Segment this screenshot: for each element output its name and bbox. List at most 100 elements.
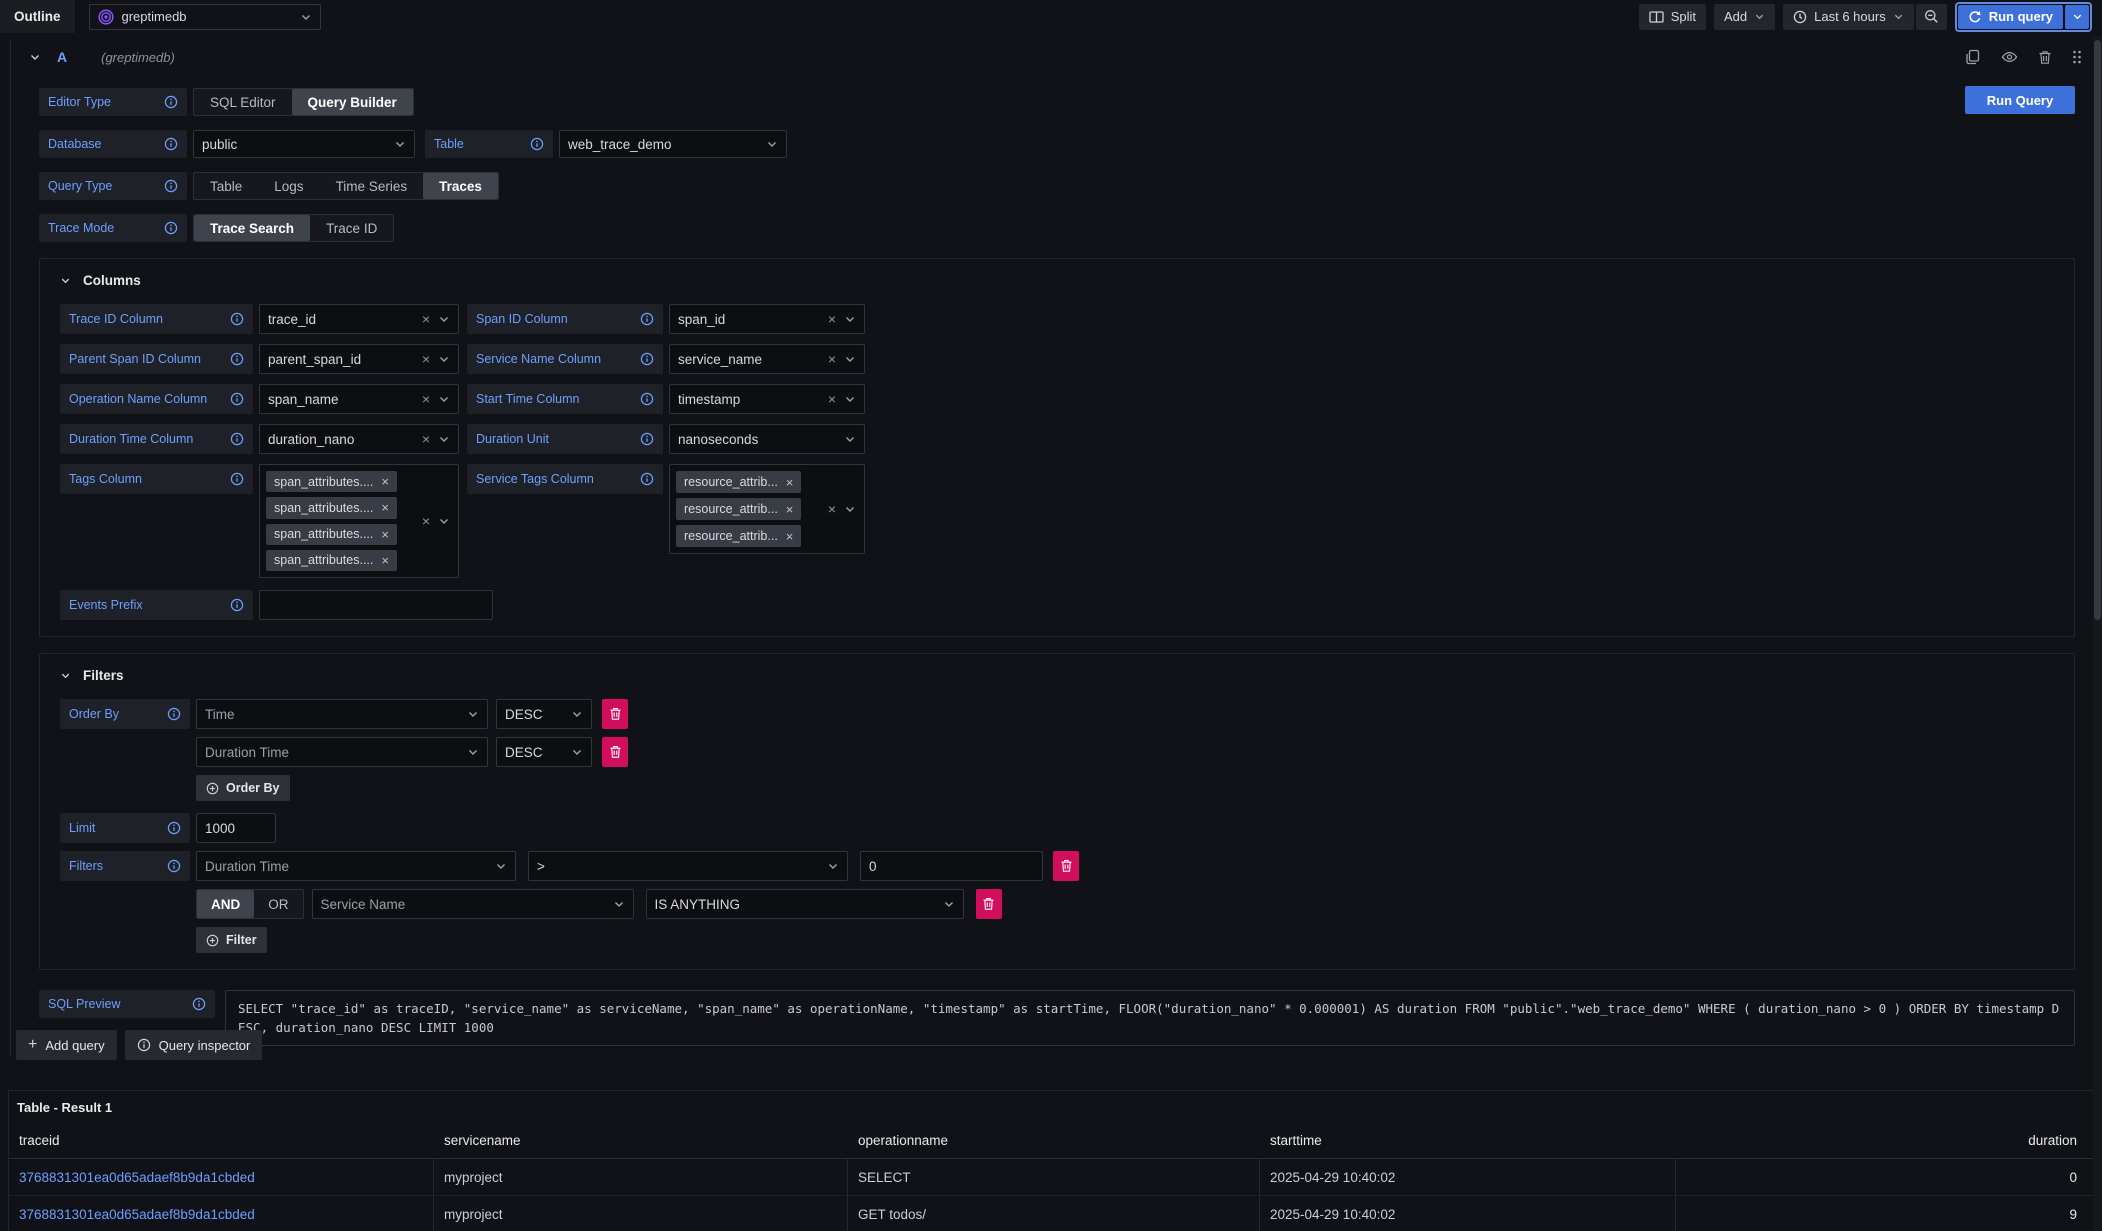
info-icon[interactable] <box>230 432 244 446</box>
chevron-down-icon[interactable] <box>438 353 450 365</box>
add-dropdown-button[interactable]: Add <box>1714 4 1775 30</box>
chevron-down-icon[interactable] <box>844 393 856 405</box>
info-icon[interactable] <box>164 221 178 235</box>
chevron-down-icon[interactable] <box>300 11 312 23</box>
chevron-down-icon[interactable] <box>495 860 507 872</box>
limit-input[interactable] <box>196 813 276 843</box>
info-icon[interactable] <box>230 598 244 612</box>
clear-icon[interactable]: × <box>422 311 430 327</box>
filter2-field-select[interactable]: Service Name <box>312 889 634 919</box>
trace-mode-option-trace-id[interactable]: Trace ID <box>310 215 393 241</box>
clear-all-icon[interactable]: × <box>422 513 430 529</box>
remove-chip-icon[interactable]: × <box>381 553 389 568</box>
info-icon[interactable] <box>230 472 244 486</box>
remove-filter-button-2[interactable] <box>976 889 1002 919</box>
chevron-down-icon[interactable] <box>438 393 450 405</box>
events-prefix-input[interactable] <box>259 590 493 620</box>
filter2-operator-select[interactable]: IS ANYTHING <box>646 889 964 919</box>
chevron-down-icon[interactable] <box>438 433 450 445</box>
datasource-picker[interactable]: greptimedb <box>89 4 321 30</box>
filter-value-input[interactable] <box>860 851 1043 881</box>
info-icon[interactable] <box>230 352 244 366</box>
chevron-down-icon[interactable] <box>844 353 856 365</box>
chevron-down-icon[interactable] <box>467 708 479 720</box>
clear-icon[interactable]: × <box>828 351 836 367</box>
duplicate-query-icon[interactable] <box>1965 49 1981 65</box>
remove-chip-icon[interactable]: × <box>786 475 794 490</box>
clear-all-icon[interactable]: × <box>828 501 836 517</box>
chevron-down-icon[interactable] <box>571 708 583 720</box>
info-icon[interactable] <box>230 312 244 326</box>
order-by-field-select-2[interactable]: Duration Time <box>196 737 488 767</box>
remove-chip-icon[interactable]: × <box>381 500 389 515</box>
trace-id-column-select[interactable]: trace_id× <box>259 304 459 334</box>
trace-id-link[interactable]: 3768831301ea0d65adaef8b9da1cbded <box>19 1207 255 1222</box>
info-icon[interactable] <box>640 352 654 366</box>
collapse-chevron-icon[interactable] <box>60 275 71 286</box>
filter-operator-select[interactable]: > <box>528 851 848 881</box>
info-icon[interactable] <box>164 95 178 109</box>
chevron-down-icon[interactable] <box>438 515 450 527</box>
chevron-down-icon[interactable] <box>438 313 450 325</box>
query-type-option-logs[interactable]: Logs <box>258 173 319 199</box>
query-type-option-table[interactable]: Table <box>194 173 258 199</box>
duration-unit-select[interactable]: nanoseconds <box>669 424 865 454</box>
remove-order-by-button-1[interactable] <box>602 699 628 729</box>
chevron-down-icon[interactable] <box>394 138 406 150</box>
columns-section-header[interactable]: Columns <box>60 273 2058 288</box>
add-query-button[interactable]: + Add query <box>16 1030 117 1060</box>
chevron-down-icon[interactable] <box>613 898 625 910</box>
chevron-down-icon[interactable] <box>571 746 583 758</box>
clear-icon[interactable]: × <box>828 391 836 407</box>
drag-handle-icon[interactable] <box>2072 49 2082 65</box>
zoom-out-button[interactable] <box>1916 4 1947 30</box>
order-by-direction-select-2[interactable]: DESC <box>496 737 592 767</box>
chevron-down-icon[interactable] <box>844 503 856 515</box>
chevron-down-icon[interactable] <box>844 313 856 325</box>
collapse-chevron-icon[interactable] <box>60 670 71 681</box>
order-by-field-select-1[interactable]: Time <box>196 699 488 729</box>
or-option[interactable]: OR <box>254 890 302 918</box>
info-icon[interactable] <box>530 137 544 151</box>
info-icon[interactable] <box>167 707 181 721</box>
trace-id-link[interactable]: 3768831301ea0d65adaef8b9da1cbded <box>19 1170 255 1185</box>
order-by-direction-select-1[interactable]: DESC <box>496 699 592 729</box>
remove-chip-icon[interactable]: × <box>786 529 794 544</box>
scrollbar-thumb[interactable] <box>2094 40 2101 620</box>
trace-mode-option-trace-search[interactable]: Trace Search <box>194 215 310 241</box>
collapse-chevron-icon[interactable] <box>29 51 41 63</box>
info-icon[interactable] <box>164 179 178 193</box>
info-icon[interactable] <box>164 137 178 151</box>
service-name-column-select[interactable]: service_name× <box>669 344 865 374</box>
info-icon[interactable] <box>192 997 206 1011</box>
info-icon[interactable] <box>640 392 654 406</box>
and-option[interactable]: AND <box>197 890 254 918</box>
run-query-button[interactable]: Run query <box>1958 5 2063 29</box>
column-header-duration[interactable]: duration <box>1676 1123 2093 1159</box>
clear-icon[interactable]: × <box>828 311 836 327</box>
info-icon[interactable] <box>640 312 654 326</box>
clear-icon[interactable]: × <box>422 431 430 447</box>
remove-chip-icon[interactable]: × <box>381 527 389 542</box>
panel-run-query-button[interactable]: Run Query <box>1965 86 2075 114</box>
chevron-down-icon[interactable] <box>827 860 839 872</box>
info-icon[interactable] <box>640 472 654 486</box>
filters-section-header[interactable]: Filters <box>60 668 2058 683</box>
operation-name-column-select[interactable]: span_name× <box>259 384 459 414</box>
remove-chip-icon[interactable]: × <box>381 474 389 489</box>
remove-order-by-button-2[interactable] <box>602 737 628 767</box>
column-header-servicename[interactable]: servicename <box>434 1123 848 1159</box>
clear-icon[interactable]: × <box>422 391 430 407</box>
hide-query-eye-icon[interactable] <box>2001 50 2018 64</box>
start-time-column-select[interactable]: timestamp× <box>669 384 865 414</box>
table-select[interactable]: web_trace_demo <box>559 130 787 158</box>
filter-field-select[interactable]: Duration Time <box>196 851 516 881</box>
info-icon[interactable] <box>640 432 654 446</box>
parent-span-id-column-select[interactable]: parent_span_id× <box>259 344 459 374</box>
query-inspector-button[interactable]: Query inspector <box>125 1030 263 1060</box>
split-button[interactable]: Split <box>1639 4 1706 30</box>
editor-type-option-query-builder[interactable]: Query Builder <box>292 89 413 115</box>
run-query-options-caret[interactable] <box>2065 5 2089 29</box>
chevron-down-icon[interactable] <box>844 433 856 445</box>
info-icon[interactable] <box>167 859 181 873</box>
